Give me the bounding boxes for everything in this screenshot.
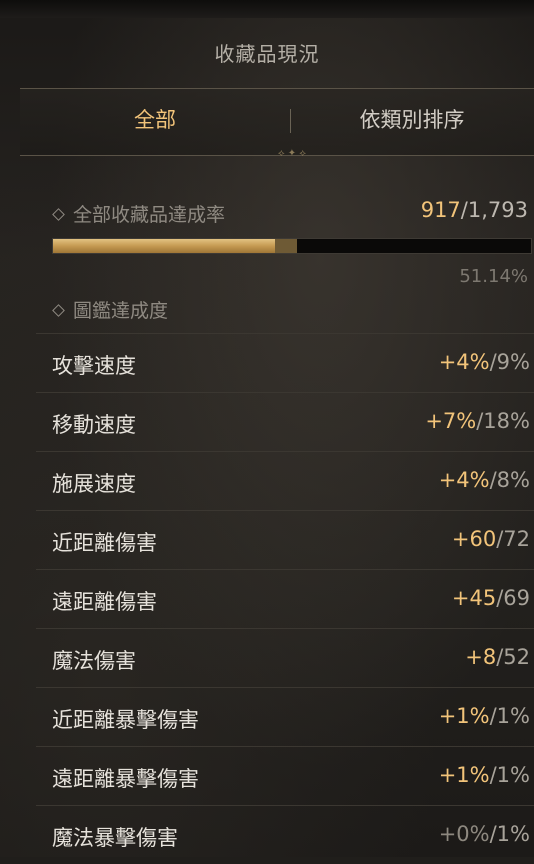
codex-stat-list: 攻擊速度 +4%/9% 移動速度 +7%/18% 施展速度 +4%/8% 近距離…: [36, 333, 534, 864]
stat-row: 近距離暴擊傷害 +1%/1%: [36, 687, 534, 746]
stat-value: +1%/1%: [438, 704, 530, 728]
stat-label: 移動速度: [52, 413, 136, 437]
codex-label-text: 圖鑑達成度: [73, 300, 169, 322]
stat-row: 施展速度 +4%/8%: [36, 451, 534, 510]
stat-row: 攻擊速度 +4%/9%: [36, 333, 534, 392]
total-current: 917: [420, 198, 461, 222]
stat-value: +1%/1%: [438, 763, 530, 787]
diamond-icon: [52, 208, 65, 221]
total-collection-label-text: 全部收藏品達成率: [73, 204, 226, 226]
diamond-icon: [52, 304, 65, 317]
stat-row: 魔法傷害 +8/52: [36, 628, 534, 687]
page-title: 收藏品現況: [214, 42, 320, 66]
stat-label: 遠距離暴擊傷害: [52, 767, 199, 791]
stat-label: 魔法暴擊傷害: [52, 826, 178, 850]
tab-sort-by-category[interactable]: 依類別排序: [290, 89, 534, 153]
stat-value: +60/72: [451, 527, 530, 551]
collection-progress-fill: [53, 239, 298, 253]
stat-row: 遠距離傷害 +45/69: [36, 569, 534, 628]
tab-all[interactable]: 全部: [20, 89, 290, 153]
tab-bar: 全部 依類別排序: [20, 88, 534, 156]
stat-value: +4%/9%: [438, 350, 530, 374]
stat-row: 移動速度 +7%/18%: [36, 392, 534, 451]
collection-percent: 51.14%: [459, 266, 528, 287]
total-collection-count: 917/1,793: [421, 198, 528, 222]
stat-row: 遠距離暴擊傷害 +1%/1%: [36, 746, 534, 805]
stat-label: 近距離傷害: [52, 531, 157, 555]
stat-label: 施展速度: [52, 472, 136, 496]
stat-value: +45/69: [451, 586, 530, 610]
stat-row: 近距離傷害 +60/72: [36, 510, 534, 569]
total-max: /1,793: [460, 198, 528, 222]
stat-value: +4%/8%: [438, 468, 530, 492]
stat-label: 遠距離傷害: [52, 590, 157, 614]
stat-row: 魔法暴擊傷害 +0%/1%: [36, 805, 534, 864]
ornament-icon: ⟡ ✦ ⟡: [278, 148, 306, 159]
stat-value: +0%/1%: [438, 822, 530, 846]
stat-value: +8/52: [465, 645, 530, 669]
collection-progress-bar: [52, 238, 532, 254]
stat-value: +7%/18%: [425, 409, 530, 433]
total-collection-label: 全部收藏品達成率: [52, 200, 226, 227]
codex-label: 圖鑑達成度: [52, 296, 169, 323]
stat-label: 近距離暴擊傷害: [52, 708, 199, 732]
stat-label: 魔法傷害: [52, 649, 136, 673]
stat-label: 攻擊速度: [52, 354, 136, 378]
